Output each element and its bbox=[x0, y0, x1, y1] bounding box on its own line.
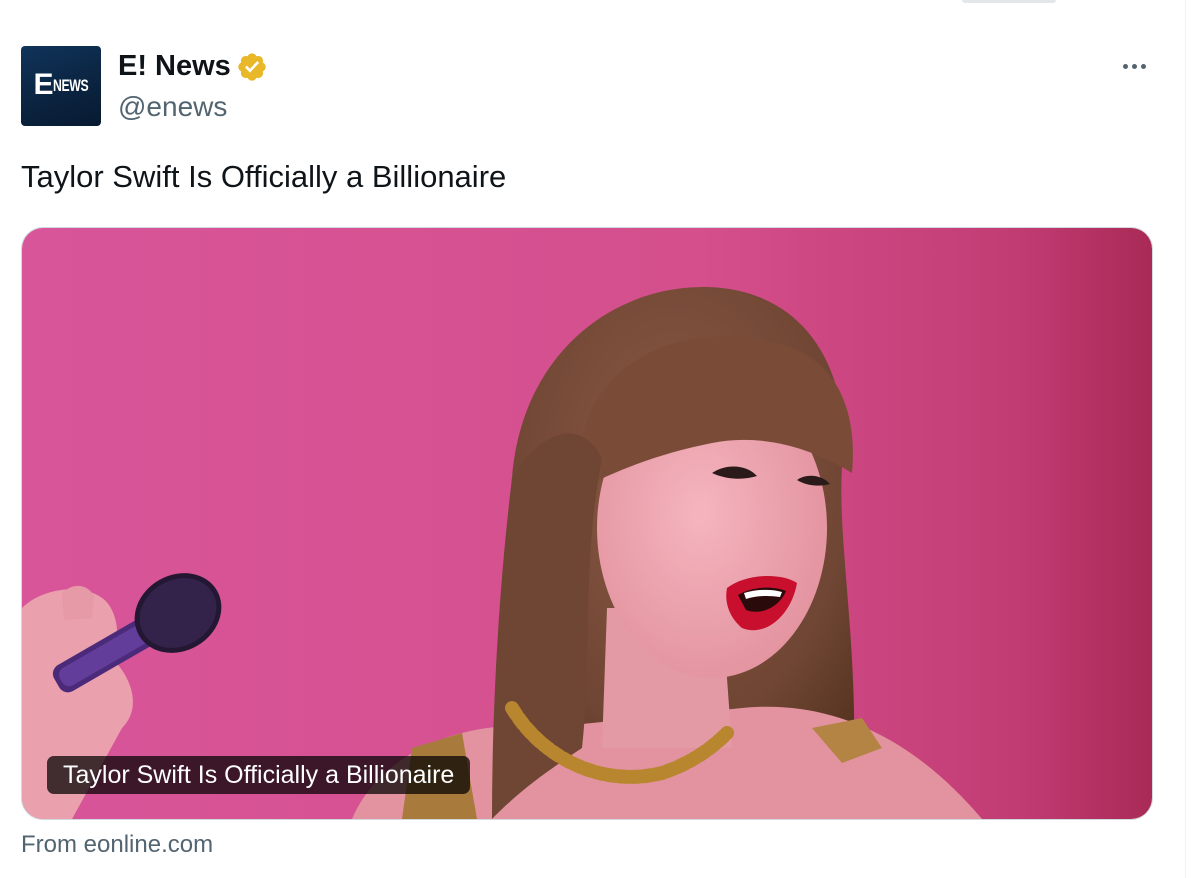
verified-badge-icon[interactable] bbox=[236, 51, 268, 83]
avatar[interactable]: E NEWS bbox=[21, 46, 101, 126]
more-horizontal-icon bbox=[1140, 63, 1146, 69]
more-horizontal-icon bbox=[1122, 63, 1128, 69]
source-link[interactable]: From eonline.com bbox=[21, 829, 213, 861]
display-name[interactable]: E! News bbox=[118, 47, 231, 85]
avatar-logo-text: NEWS bbox=[52, 76, 89, 95]
column-divider bbox=[1185, 0, 1186, 878]
more-horizontal-icon bbox=[1131, 63, 1137, 69]
top-drag-handle bbox=[962, 0, 1056, 3]
post-text: Taylor Swift Is Officially a Billionaire bbox=[21, 159, 507, 194]
link-preview-card[interactable]: Taylor Swift Is Officially a Billionaire bbox=[21, 227, 1153, 820]
card-title-overlay: Taylor Swift Is Officially a Billionaire bbox=[47, 756, 471, 794]
card-image bbox=[22, 228, 1152, 819]
handle[interactable]: @enews bbox=[118, 88, 227, 126]
more-options-button[interactable] bbox=[1114, 50, 1154, 82]
avatar-logo-letter: E bbox=[33, 68, 53, 101]
